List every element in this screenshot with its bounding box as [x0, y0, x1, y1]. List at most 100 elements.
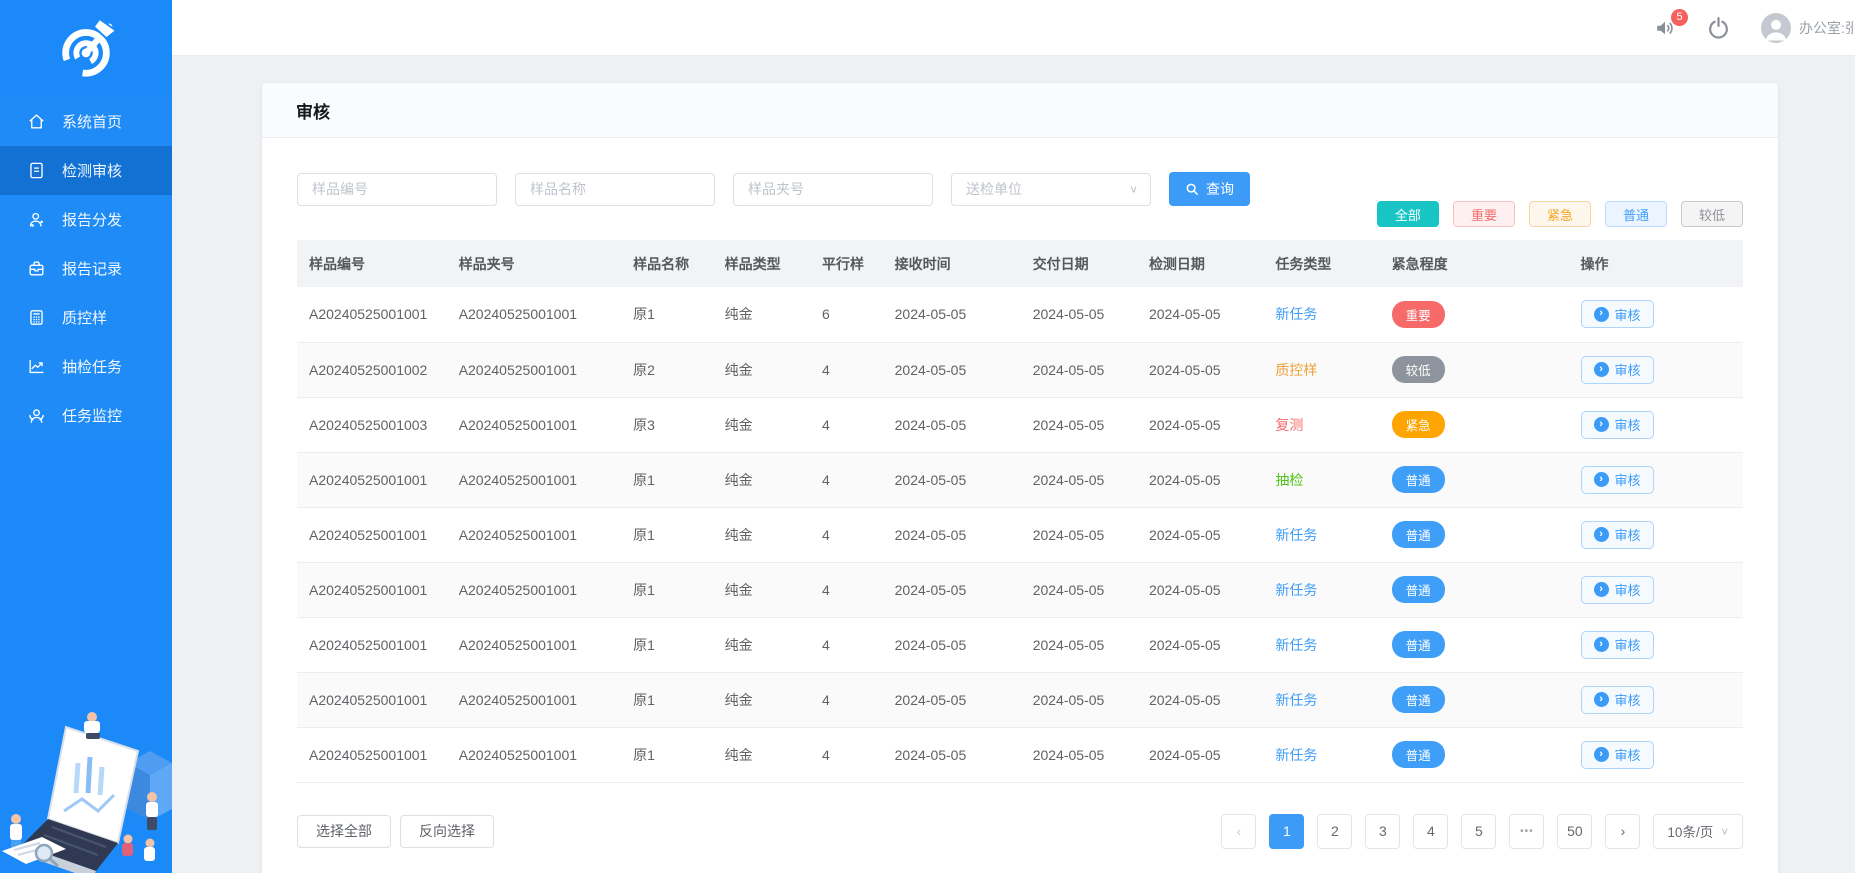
- urgency-badge: 普通: [1392, 741, 1445, 768]
- cell-task-type: 新任务: [1263, 562, 1379, 617]
- next-page-button[interactable]: ›: [1605, 814, 1640, 849]
- prev-page-button[interactable]: ‹: [1221, 814, 1256, 849]
- chevron-right-icon: ›: [1621, 823, 1626, 839]
- cell-parallel: 4: [810, 562, 883, 617]
- table-row: A20240525001001 A20240525001001 原1 纯金 4 …: [297, 562, 1743, 617]
- query-button[interactable]: 查询: [1169, 172, 1250, 206]
- page-size-select[interactable]: 10条/页 ∨: [1653, 814, 1743, 849]
- urgency-badge: 紧急: [1392, 411, 1445, 438]
- cell-urgency: 普通: [1380, 452, 1569, 507]
- logout-button[interactable]: [1706, 15, 1731, 40]
- review-button[interactable]: › 审核: [1581, 576, 1654, 604]
- filter-chip[interactable]: 重要: [1453, 201, 1515, 227]
- page-button[interactable]: 50: [1557, 814, 1592, 849]
- cell-urgency: 普通: [1380, 617, 1569, 672]
- table-header-row: 样品编号 样品夹号 样品名称 样品类型 平行样 接收时间 交付日期 检测日期 任…: [297, 240, 1743, 287]
- cell-sample-type: 纯金: [713, 287, 810, 342]
- more-pages-button[interactable]: •••: [1509, 814, 1544, 849]
- sample-folder-input[interactable]: [733, 173, 933, 206]
- review-button-label: 审核: [1615, 415, 1641, 434]
- audit-table: 样品编号 样品夹号 样品名称 样品类型 平行样 接收时间 交付日期 检测日期 任…: [297, 240, 1743, 783]
- cell-task-type: 复测: [1263, 397, 1379, 452]
- sidebar-item-label: 报告分发: [62, 209, 122, 230]
- urgency-badge: 普通: [1392, 631, 1445, 658]
- review-button[interactable]: › 审核: [1581, 631, 1654, 659]
- sidebar-item-qc-sample[interactable]: 质控样: [0, 293, 172, 342]
- sidebar-item-label: 报告记录: [62, 258, 122, 279]
- filter-chip[interactable]: 较低: [1681, 201, 1743, 227]
- column-header: 样品夹号: [447, 240, 621, 287]
- select-all-button[interactable]: 选择全部: [297, 815, 391, 848]
- cell-folder-no: A20240525001001: [447, 617, 621, 672]
- column-header: 操作: [1569, 240, 1743, 287]
- sample-no-input[interactable]: [297, 173, 497, 206]
- sidebar-item-home[interactable]: 系统首页: [0, 97, 172, 146]
- review-button[interactable]: › 审核: [1581, 411, 1654, 439]
- column-header: 交付日期: [1021, 240, 1137, 287]
- cell-test-date: 2024-05-05: [1137, 507, 1263, 562]
- sidebar-item-task-monitor[interactable]: 任务监控: [0, 391, 172, 440]
- query-button-label: 查询: [1206, 179, 1234, 199]
- review-button[interactable]: › 审核: [1581, 741, 1654, 769]
- sidebar-item-report-dispatch[interactable]: 报告分发: [0, 195, 172, 244]
- notification-button[interactable]: 5: [1654, 17, 1676, 39]
- page-button[interactable]: 3: [1365, 814, 1400, 849]
- cell-test-date: 2024-05-05: [1137, 617, 1263, 672]
- cell-action: › 审核: [1569, 342, 1743, 397]
- filter-chip[interactable]: 紧急: [1529, 201, 1591, 227]
- cell-received-date: 2024-05-05: [883, 507, 1021, 562]
- cell-folder-no: A20240525001001: [447, 727, 621, 782]
- user-menu[interactable]: 办公室:张: [1761, 13, 1853, 43]
- sidebar-item-label: 检测审核: [62, 160, 122, 181]
- cell-parallel: 4: [810, 672, 883, 727]
- page-button[interactable]: 2: [1317, 814, 1352, 849]
- cell-action: › 审核: [1569, 287, 1743, 342]
- column-header: 样品名称: [621, 240, 713, 287]
- chevron-down-icon: ∨: [1720, 825, 1729, 837]
- cell-parallel: 4: [810, 617, 883, 672]
- review-button[interactable]: › 审核: [1581, 466, 1654, 494]
- review-button-label: 审核: [1615, 690, 1641, 709]
- cell-action: › 审核: [1569, 727, 1743, 782]
- review-button[interactable]: › 审核: [1581, 686, 1654, 714]
- person-icon: [1761, 13, 1791, 43]
- page-button[interactable]: 5: [1461, 814, 1496, 849]
- review-button[interactable]: › 审核: [1581, 356, 1654, 384]
- sidebar-item-audit[interactable]: 检测审核: [0, 146, 172, 195]
- urgency-badge: 较低: [1392, 356, 1445, 383]
- cell-sample-name: 原1: [621, 452, 713, 507]
- filter-chip[interactable]: 普通: [1605, 201, 1667, 227]
- cell-test-date: 2024-05-05: [1137, 397, 1263, 452]
- review-button[interactable]: › 审核: [1581, 521, 1654, 549]
- arrow-right-circle-icon: ›: [1594, 692, 1609, 707]
- cell-urgency: 普通: [1380, 727, 1569, 782]
- cell-action: › 审核: [1569, 672, 1743, 727]
- review-button[interactable]: › 审核: [1581, 300, 1654, 328]
- sidebar-item-spot-check-tasks[interactable]: 抽检任务: [0, 342, 172, 391]
- panel-body: 送检单位 ∨ 查询 全部 重要 紧急 普通 较低: [262, 138, 1778, 869]
- cell-test-date: 2024-05-05: [1137, 727, 1263, 782]
- cell-received-date: 2024-05-05: [883, 727, 1021, 782]
- sample-name-input[interactable]: [515, 173, 715, 206]
- search-icon: [1185, 182, 1199, 196]
- cell-task-type: 新任务: [1263, 507, 1379, 562]
- table-row: A20240525001001 A20240525001001 原1 纯金 4 …: [297, 672, 1743, 727]
- cell-parallel: 4: [810, 507, 883, 562]
- home-icon: [27, 112, 46, 131]
- filter-chip[interactable]: 全部: [1377, 201, 1439, 227]
- sidebar-item-report-records[interactable]: 报告记录: [0, 244, 172, 293]
- invert-selection-button[interactable]: 反向选择: [400, 815, 494, 848]
- cell-action: › 审核: [1569, 397, 1743, 452]
- cell-sample-name: 原1: [621, 672, 713, 727]
- cell-parallel: 4: [810, 727, 883, 782]
- arrow-right-circle-icon: ›: [1594, 637, 1609, 652]
- page-button[interactable]: 1: [1269, 814, 1304, 849]
- content-area: 审核 送检单位 ∨ 查询: [172, 56, 1855, 873]
- arrow-right-circle-icon: ›: [1594, 582, 1609, 597]
- page-button[interactable]: 4: [1413, 814, 1448, 849]
- cell-folder-no: A20240525001001: [447, 397, 621, 452]
- unit-select[interactable]: 送检单位 ∨: [951, 173, 1151, 206]
- cell-received-date: 2024-05-05: [883, 342, 1021, 397]
- column-header: 平行样: [810, 240, 883, 287]
- cell-sample-no: A20240525001002: [297, 342, 447, 397]
